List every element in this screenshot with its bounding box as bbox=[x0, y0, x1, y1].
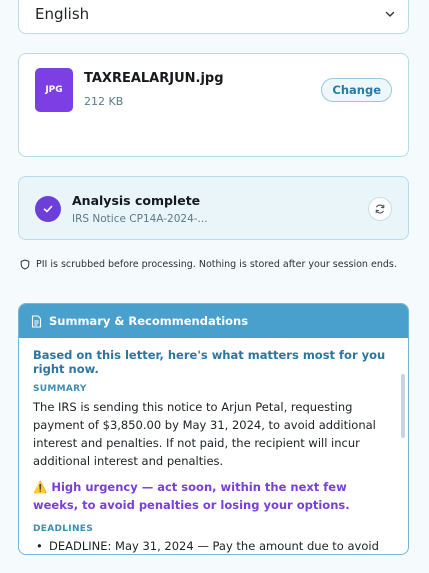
summary-scrollbar[interactable] bbox=[401, 374, 405, 438]
analysis-status-card: Analysis complete IRS Notice CP14A-2024-… bbox=[18, 176, 409, 240]
shield-icon bbox=[20, 259, 30, 270]
file-name: TAXREALARJUN.jpg bbox=[84, 71, 224, 86]
pii-notice: PII is scrubbed before processing. Nothi… bbox=[20, 259, 397, 270]
chevron-down-icon bbox=[385, 11, 395, 17]
uploaded-file-card: JPG TAXREALARJUN.jpg 212 KB Change bbox=[18, 53, 409, 157]
summary-header: Summary & Recommendations bbox=[19, 304, 408, 338]
file-size: 212 KB bbox=[84, 95, 124, 108]
pii-notice-text: PII is scrubbed before processing. Nothi… bbox=[36, 259, 397, 270]
analysis-status-subtitle: IRS Notice CP14A-2024-... bbox=[72, 213, 208, 225]
urgency-notice: ⚠️ High urgency — act soon, within the n… bbox=[33, 478, 390, 514]
language-select[interactable]: English bbox=[18, 0, 409, 34]
file-type-label: JPG bbox=[45, 85, 63, 95]
summary-lead: Based on this letter, here's what matter… bbox=[33, 348, 386, 376]
warning-icon: ⚠️ bbox=[33, 480, 48, 494]
summary-header-title: Summary & Recommendations bbox=[49, 314, 249, 328]
analysis-status-title: Analysis complete bbox=[72, 193, 201, 208]
summary-section-label: SUMMARY bbox=[33, 384, 87, 394]
deadline-item: DEADLINE: May 31, 2024 — Pay the amount … bbox=[33, 538, 390, 554]
urgency-text: High urgency — act soon, within the next… bbox=[33, 480, 350, 512]
change-file-button[interactable]: Change bbox=[321, 78, 392, 102]
summary-body[interactable]: Based on this letter, here's what matter… bbox=[19, 338, 408, 554]
refresh-icon bbox=[375, 204, 385, 214]
summary-panel: Summary & Recommendations Based on this … bbox=[18, 303, 409, 555]
deadlines-section-label: DEADLINES bbox=[33, 524, 94, 534]
document-icon bbox=[31, 314, 42, 328]
summary-text: The IRS is sending this notice to Arjun … bbox=[33, 400, 376, 468]
language-select-value: English bbox=[35, 5, 90, 23]
reanalyze-button[interactable] bbox=[368, 197, 392, 221]
check-icon bbox=[35, 196, 61, 222]
jpg-file-icon: JPG bbox=[35, 68, 73, 112]
